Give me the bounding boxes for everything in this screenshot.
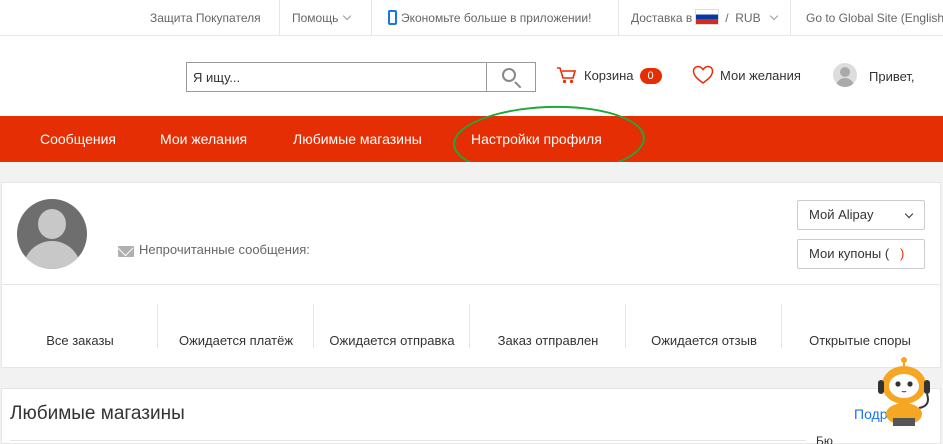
cart-icon [557,67,577,84]
cart-link[interactable]: Корзина 0 [556,62,662,90]
orders-tab-shipped[interactable]: Заказ отправлен [470,333,626,348]
orders-tab-awaiting-payment[interactable]: Ожидается платёж [158,333,314,348]
orders-tab-open-disputes[interactable]: Открытые споры [782,333,938,348]
ship-to-label: Доставка в [631,11,693,25]
wishlist-label: Мои желания [720,68,801,83]
orders-tab-awaiting-shipment[interactable]: Ожидается отправка [314,333,470,348]
user-greeting[interactable]: Привет, [869,63,915,91]
chevron-down-icon [769,11,778,21]
orders-tab-awaiting-review[interactable]: Ожидается отзыв [626,333,782,348]
currency-label: RUB [735,11,761,25]
search-button[interactable] [486,63,535,91]
alipay-dropdown[interactable]: Мой Alipay [797,200,925,230]
mail-icon [118,246,134,257]
nav-favorite-stores[interactable]: Любимые магазины [293,116,422,162]
help-label: Помощь [292,11,339,25]
divider [279,0,280,36]
app-promo-label: Экономьте больше в приложении! [401,11,592,25]
app-promo-link[interactable]: Экономьте больше в приложении! [388,0,591,36]
divider [618,0,619,36]
global-site-link[interactable]: Go to Global Site (English [806,0,943,36]
phone-icon [388,10,397,25]
favorite-stores-title: Любимые магазины [10,403,185,424]
user-avatar-icon[interactable] [833,63,857,87]
profile-avatar[interactable] [17,199,87,269]
search-bar [186,62,536,92]
slash: / [725,11,729,25]
profile-card: Непрочитанные сообщения: Мой Alipay Мои … [1,182,941,368]
robot-assistant-icon[interactable] [873,356,937,426]
heart-icon [692,65,714,84]
help-menu[interactable]: Помощь [292,0,352,36]
cart-count-badge: 0 [639,68,662,84]
coupons-close: ) [900,246,905,261]
nav-wishlist[interactable]: Мои желания [160,116,247,162]
coupons-label: Мои купоны ( [809,246,890,261]
orders-tab-all[interactable]: Все заказы [2,333,158,348]
nav-messages[interactable]: Сообщения [40,116,116,162]
divider [2,284,940,285]
favorite-stores-section: Любимые магазины Подр Бю [1,388,941,444]
divider [10,440,806,441]
cart-label: Корзина [584,68,634,83]
search-input[interactable] [187,63,486,91]
russia-flag-icon [695,9,720,25]
ship-to-currency-menu[interactable]: Доставка в / RUB [631,0,778,36]
top-utility-bar: Защита Покупателя Помощь Экономьте больш… [0,0,943,36]
wishlist-link[interactable]: Мои желания [692,62,801,90]
divider [790,0,791,36]
chevron-down-icon [343,11,352,21]
chevron-down-icon [904,209,914,219]
buyer-protection-link[interactable]: Защита Покупателя [150,0,261,36]
alipay-label: Мой Alipay [809,207,874,222]
unread-messages-label[interactable]: Непрочитанные сообщения: [139,242,310,257]
coupons-button[interactable]: Мои купоны ( ) [797,239,925,269]
sidebar-text: Бю [816,434,833,444]
divider [371,0,372,36]
